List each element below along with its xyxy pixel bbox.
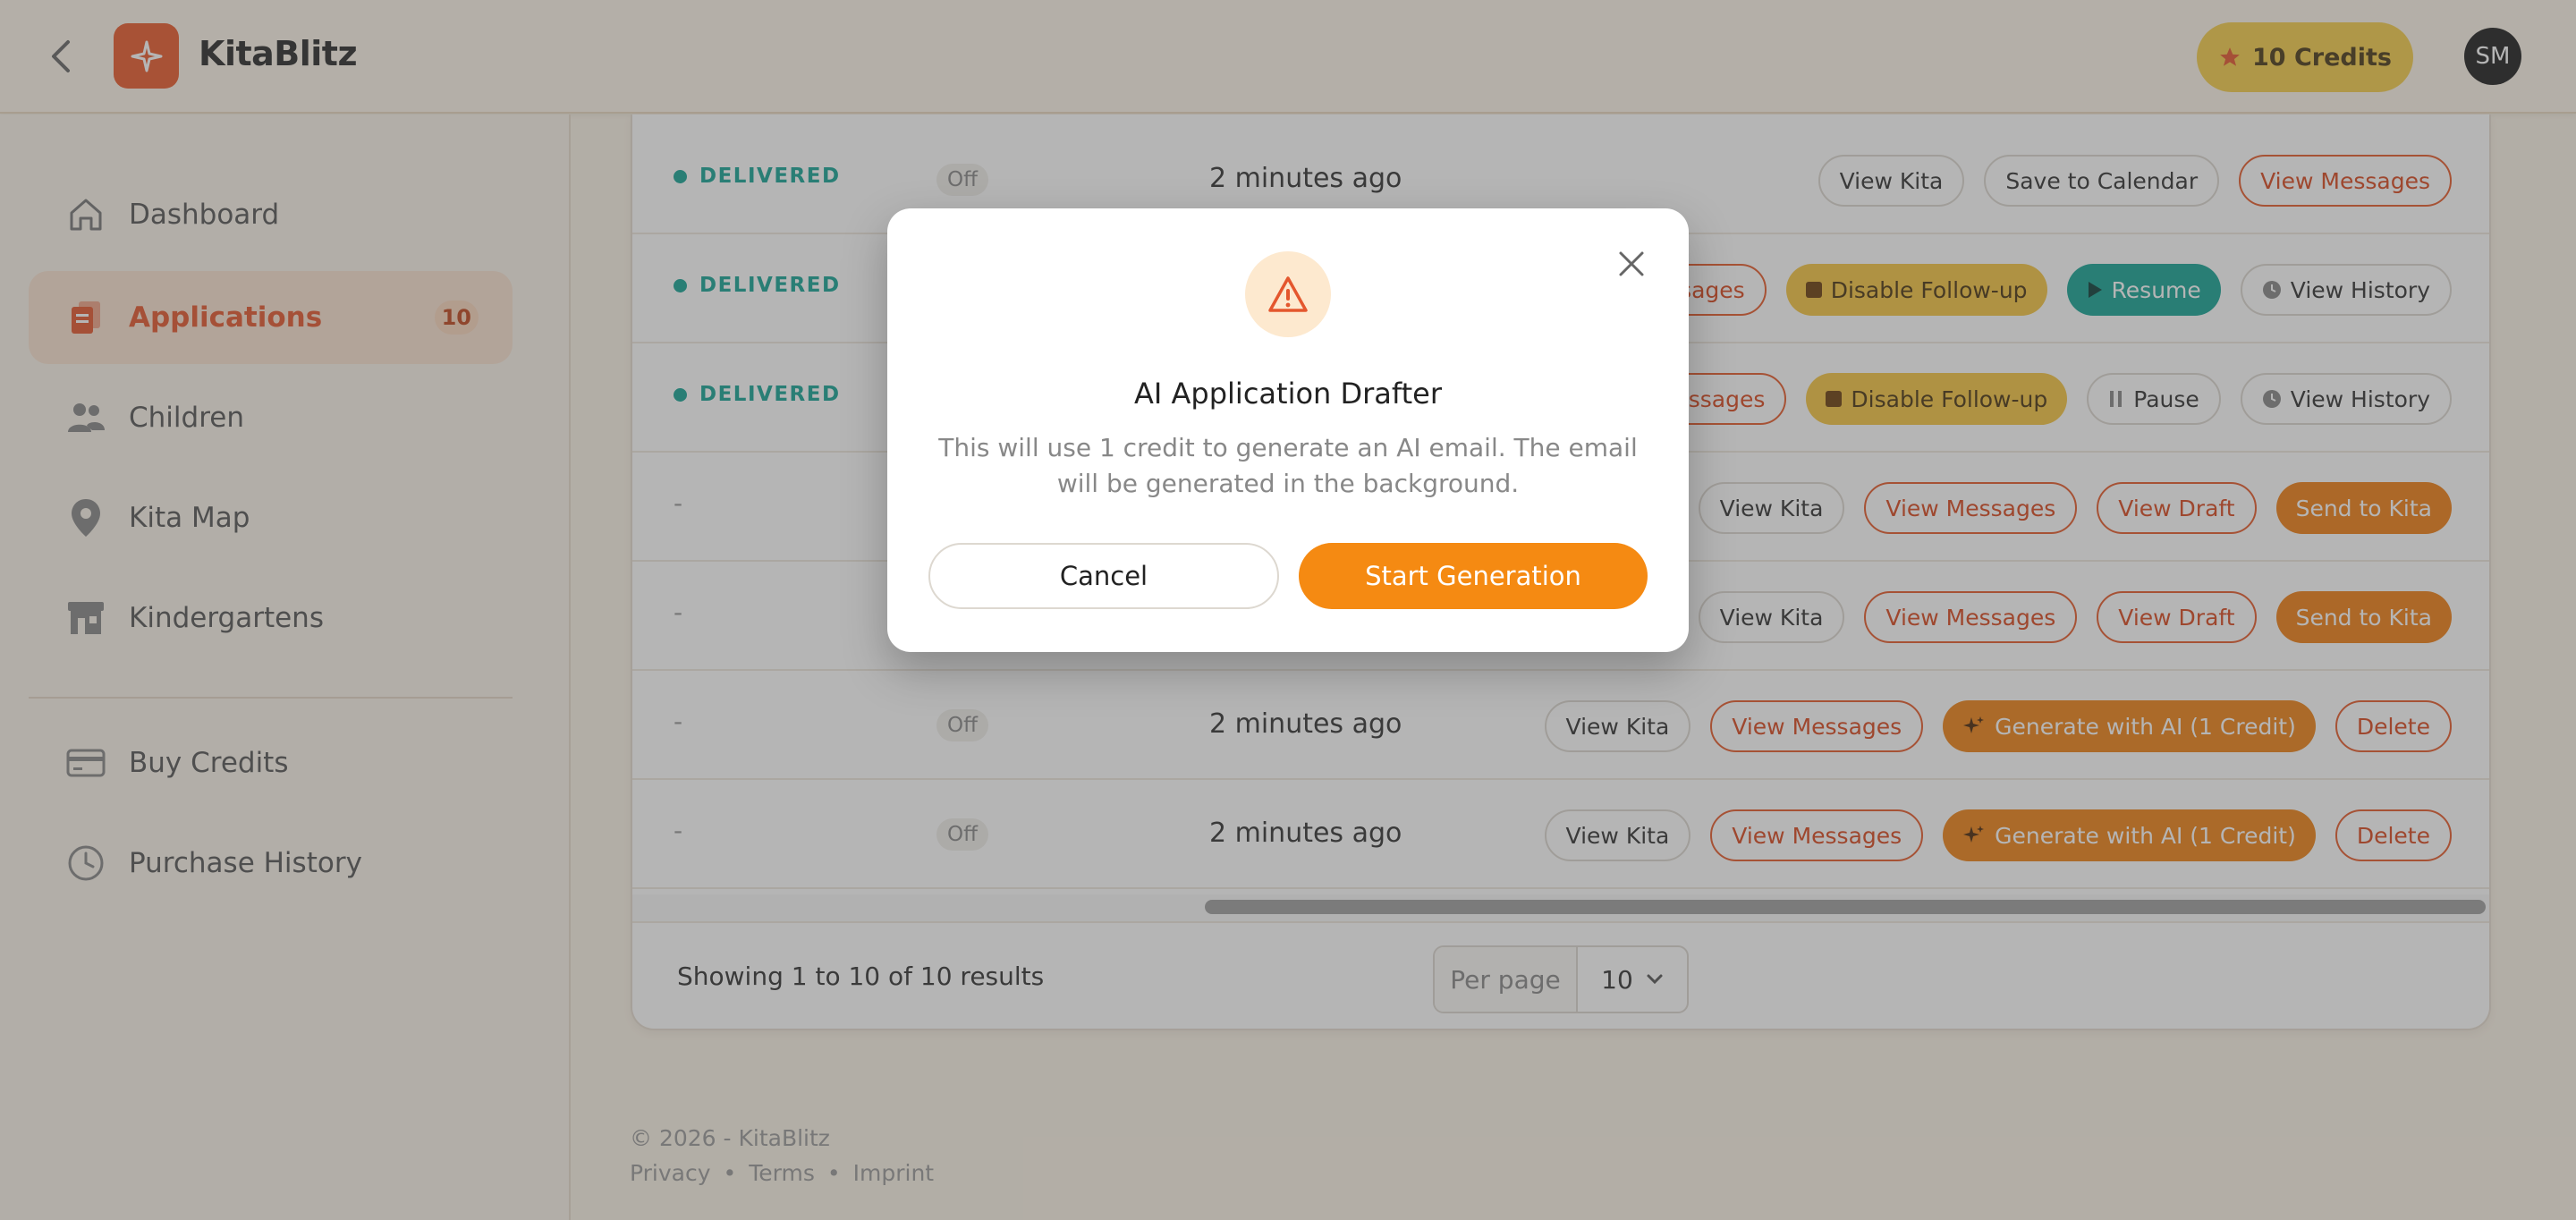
warning-icon (1245, 251, 1331, 337)
close-icon[interactable] (1610, 242, 1653, 285)
modal-title: AI Application Drafter (1134, 377, 1442, 411)
modal-description: This will use 1 credit to generate an AI… (938, 433, 1638, 498)
start-generation-button[interactable]: Start Generation (1299, 543, 1648, 609)
ai-drafter-modal: AI Application Drafter This will use 1 c… (887, 208, 1689, 652)
cancel-button[interactable]: Cancel (928, 543, 1279, 609)
